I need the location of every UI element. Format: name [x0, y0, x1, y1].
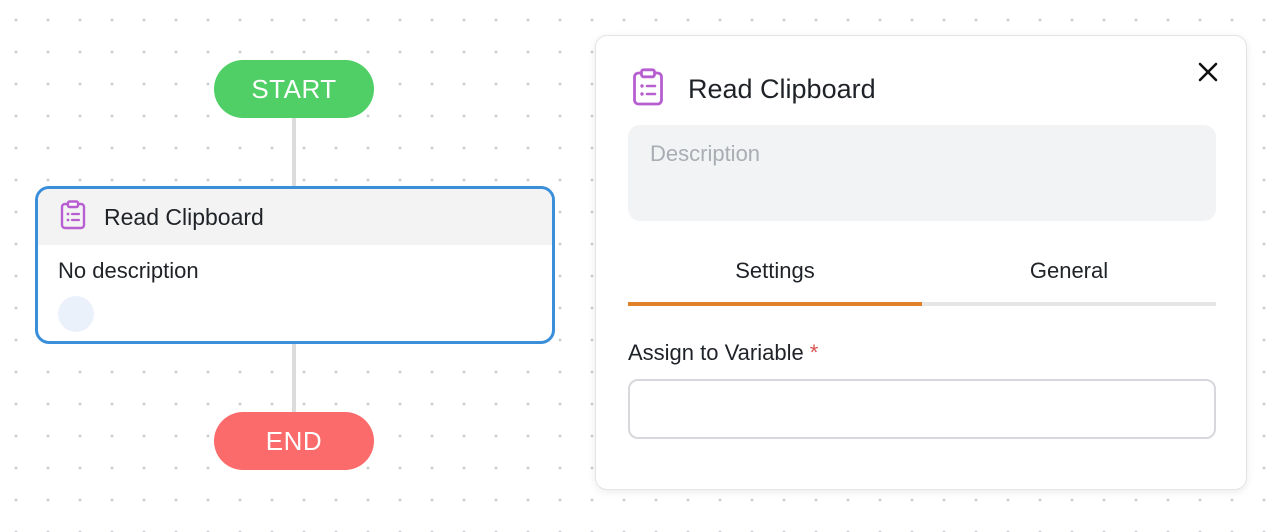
- clipboard-icon: [60, 199, 86, 235]
- description-input[interactable]: [628, 125, 1216, 221]
- node-header: Read Clipboard: [38, 189, 552, 245]
- end-label: END: [265, 425, 323, 456]
- tab-general-label: General: [1029, 258, 1109, 283]
- end-node[interactable]: END: [214, 412, 374, 470]
- required-mark: *: [809, 340, 819, 365]
- connector-node-end: [292, 341, 296, 412]
- close-button[interactable]: [1192, 58, 1224, 90]
- start-label: START: [251, 73, 337, 104]
- tab-general[interactable]: General: [922, 244, 1216, 306]
- panel-title: Read Clipboard: [688, 74, 876, 104]
- connector-start-node: [292, 118, 296, 186]
- panel-tabs: Settings General: [628, 244, 1216, 306]
- node-title: Read Clipboard: [104, 203, 264, 230]
- assign-variable-label-text: Assign to Variable: [628, 340, 804, 365]
- clipboard-icon: [632, 68, 664, 111]
- flow-node-read-clipboard[interactable]: Read Clipboard No description: [35, 186, 555, 344]
- properties-panel: Read Clipboard Settings General Assign t…: [595, 35, 1247, 490]
- tab-settings[interactable]: Settings: [628, 244, 922, 306]
- assign-variable-label: Assign to Variable *: [628, 340, 818, 366]
- panel-header: Read Clipboard: [632, 68, 876, 111]
- node-description: No description: [58, 258, 199, 283]
- node-status-indicator: [58, 296, 94, 332]
- close-icon: [1197, 61, 1219, 88]
- start-node[interactable]: START: [214, 60, 374, 118]
- assign-variable-input[interactable]: [628, 379, 1216, 439]
- tab-settings-label: Settings: [735, 258, 815, 283]
